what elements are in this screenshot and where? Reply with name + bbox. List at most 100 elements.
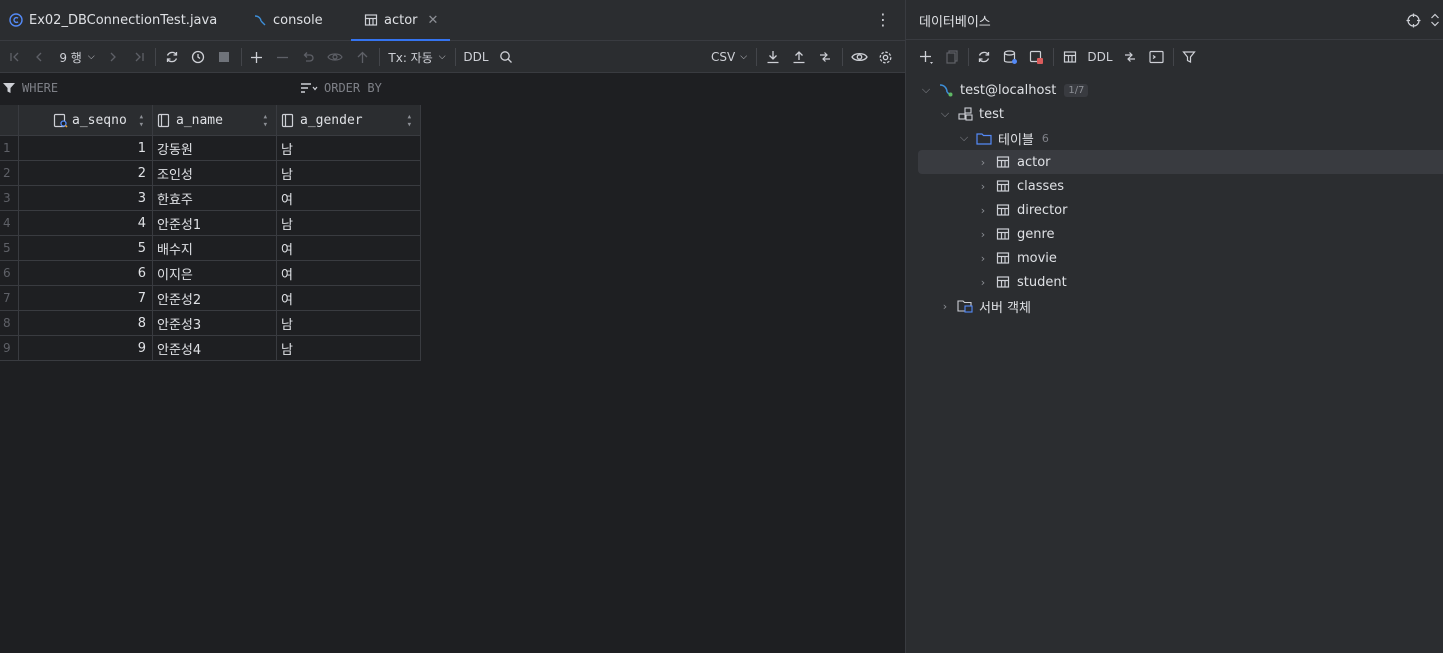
revert-icon[interactable] bbox=[298, 45, 318, 69]
cell-a-gender[interactable]: 여 bbox=[277, 186, 421, 210]
column-header-a-seqno[interactable]: a_seqno ▴ ▾ bbox=[19, 105, 153, 136]
chevron-right-icon[interactable]: › bbox=[937, 300, 953, 313]
more-vertical-icon[interactable]: ⋮ bbox=[875, 10, 891, 29]
submit-icon[interactable] bbox=[352, 45, 372, 69]
cell-a-seqno[interactable]: 4 bbox=[19, 211, 153, 235]
chevron-right-icon[interactable]: › bbox=[975, 204, 991, 217]
sort-toggle-icon[interactable]: ▴ ▾ bbox=[263, 112, 268, 129]
refresh-icon[interactable] bbox=[974, 45, 994, 69]
column-header-a-gender[interactable]: a_gender ▴ ▾ bbox=[277, 105, 421, 136]
table-row[interactable]: 4 4 안준성1 남 bbox=[0, 211, 421, 236]
sort-toggle-icon[interactable]: ▴ ▾ bbox=[139, 112, 144, 129]
last-page-icon[interactable] bbox=[130, 45, 148, 69]
table-row[interactable]: 8 8 안준성3 남 bbox=[0, 311, 421, 336]
stop-icon[interactable] bbox=[214, 45, 234, 69]
eye-icon[interactable] bbox=[848, 45, 870, 69]
cell-a-seqno[interactable]: 5 bbox=[19, 236, 153, 260]
close-icon[interactable]: ✕ bbox=[428, 13, 439, 28]
tab-actor[interactable]: actor ✕ bbox=[351, 0, 451, 41]
tree-node-table-genre[interactable]: › genre bbox=[975, 222, 1055, 246]
cell-a-name[interactable]: 강동원 bbox=[153, 136, 277, 160]
cell-a-gender[interactable]: 남 bbox=[277, 336, 421, 360]
previous-page-icon[interactable] bbox=[30, 45, 48, 69]
refresh-icon[interactable] bbox=[162, 45, 182, 69]
tree-node-table-actor[interactable]: › actor bbox=[975, 150, 1051, 174]
ddl-button[interactable]: DDL bbox=[462, 45, 490, 69]
disconnect-icon[interactable] bbox=[1026, 45, 1046, 69]
delete-row-icon[interactable] bbox=[272, 45, 292, 69]
tree-node-table-director[interactable]: › director bbox=[975, 198, 1068, 222]
chevron-down-icon[interactable]: ⌵ bbox=[918, 83, 934, 97]
ddl-button[interactable]: DDL bbox=[1086, 45, 1114, 69]
chevron-right-icon[interactable]: › bbox=[975, 228, 991, 241]
expand-collapse-icon[interactable] bbox=[1428, 8, 1442, 32]
tree-node-table-movie[interactable]: › movie bbox=[975, 246, 1057, 270]
where-filter[interactable]: WHERE bbox=[2, 81, 58, 95]
first-page-icon[interactable] bbox=[6, 45, 24, 69]
cell-a-gender[interactable]: 남 bbox=[277, 211, 421, 235]
sort-toggle-icon[interactable]: ▴ ▾ bbox=[407, 112, 412, 129]
upload-icon[interactable] bbox=[789, 45, 809, 69]
filter-icon[interactable] bbox=[1179, 45, 1199, 69]
cell-a-name[interactable]: 안준성2 bbox=[153, 286, 277, 310]
table-row[interactable]: 3 3 한효주 여 bbox=[0, 186, 421, 211]
compare-icon[interactable] bbox=[815, 45, 835, 69]
table-row[interactable]: 2 2 조인성 남 bbox=[0, 161, 421, 186]
history-icon[interactable] bbox=[188, 45, 208, 69]
tree-node-server-objects[interactable]: › 서버 객체 bbox=[937, 294, 1031, 318]
cell-a-gender[interactable]: 남 bbox=[277, 161, 421, 185]
chevron-right-icon[interactable]: › bbox=[975, 156, 991, 169]
next-page-icon[interactable] bbox=[104, 45, 122, 69]
console-window-icon[interactable] bbox=[1146, 45, 1166, 69]
download-icon[interactable] bbox=[763, 45, 783, 69]
locate-icon[interactable] bbox=[1403, 8, 1423, 32]
chevron-down-icon[interactable]: ⌵ bbox=[937, 107, 953, 121]
cell-a-seqno[interactable]: 3 bbox=[19, 186, 153, 210]
cell-a-seqno[interactable]: 1 bbox=[19, 136, 153, 160]
chevron-right-icon[interactable]: › bbox=[975, 180, 991, 193]
tree-node-connection[interactable]: ⌵ test@localhost 1/7 bbox=[918, 78, 1089, 102]
tab-ex02-dbconnectiontest[interactable]: Ex02_DBConnectionTest.java bbox=[8, 0, 217, 40]
table-row[interactable]: 1 1 강동원 남 bbox=[0, 136, 421, 161]
cell-a-gender[interactable]: 여 bbox=[277, 236, 421, 260]
chevron-right-icon[interactable]: › bbox=[975, 252, 991, 265]
tab-console[interactable]: console bbox=[252, 0, 323, 40]
column-header-a-name[interactable]: a_name ▴ ▾ bbox=[153, 105, 277, 136]
tree-node-table-student[interactable]: › student bbox=[975, 270, 1067, 294]
cell-a-name[interactable]: 조인성 bbox=[153, 161, 277, 185]
cell-a-gender[interactable]: 남 bbox=[277, 311, 421, 335]
transaction-mode-dropdown[interactable]: Tx: 자동 ⌵ bbox=[386, 45, 448, 69]
data-source-properties-icon[interactable] bbox=[1000, 45, 1020, 69]
gear-icon[interactable] bbox=[875, 45, 895, 69]
add-icon[interactable] bbox=[916, 45, 936, 69]
chevron-right-icon[interactable]: › bbox=[975, 276, 991, 289]
table-row[interactable]: 6 6 이지은 여 bbox=[0, 261, 421, 286]
cell-a-seqno[interactable]: 2 bbox=[19, 161, 153, 185]
add-row-icon[interactable] bbox=[246, 45, 266, 69]
table-icon[interactable] bbox=[1060, 45, 1080, 69]
table-row[interactable]: 5 5 배수지 여 bbox=[0, 236, 421, 261]
cell-a-seqno[interactable]: 7 bbox=[19, 286, 153, 310]
order-by-filter[interactable]: ORDER BY bbox=[300, 81, 382, 95]
cell-a-seqno[interactable]: 8 bbox=[19, 311, 153, 335]
compare-icon[interactable] bbox=[1120, 45, 1140, 69]
tree-node-schema[interactable]: ⌵ test bbox=[937, 102, 1004, 126]
cell-a-name[interactable]: 배수지 bbox=[153, 236, 277, 260]
tree-node-tables-folder[interactable]: ⌵ 테이블 6 bbox=[956, 126, 1049, 150]
cell-a-gender[interactable]: 여 bbox=[277, 286, 421, 310]
cell-a-name[interactable]: 안준성3 bbox=[153, 311, 277, 335]
cell-a-gender[interactable]: 남 bbox=[277, 136, 421, 160]
cell-a-name[interactable]: 이지은 bbox=[153, 261, 277, 285]
copy-icon[interactable] bbox=[942, 45, 962, 69]
preview-changes-icon[interactable] bbox=[324, 45, 346, 69]
chevron-down-icon[interactable]: ⌵ bbox=[956, 131, 972, 145]
export-format-dropdown[interactable]: CSV ⌵ bbox=[708, 45, 750, 69]
tree-node-table-classes[interactable]: › classes bbox=[975, 174, 1064, 198]
rows-per-page-dropdown[interactable]: 9 행 ⌵ bbox=[54, 45, 100, 69]
cell-a-gender[interactable]: 여 bbox=[277, 261, 421, 285]
search-icon[interactable] bbox=[496, 45, 516, 69]
table-row[interactable]: 7 7 안준성2 여 bbox=[0, 286, 421, 311]
table-row[interactable]: 9 9 안준성4 남 bbox=[0, 336, 421, 361]
cell-a-seqno[interactable]: 9 bbox=[19, 336, 153, 360]
cell-a-name[interactable]: 안준성1 bbox=[153, 211, 277, 235]
